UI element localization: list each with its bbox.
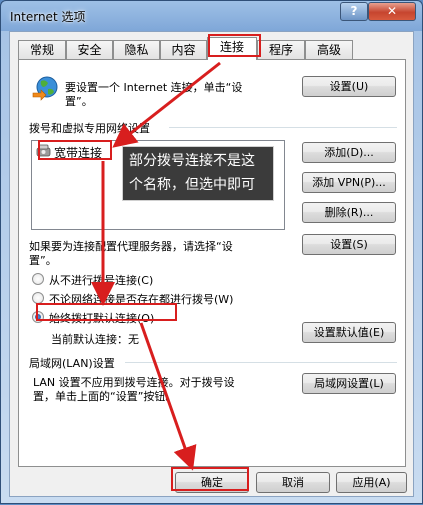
dialup-heading-divider (169, 127, 397, 128)
add-button[interactable]: 添加(D)... (302, 142, 396, 163)
lan-heading-divider (125, 362, 397, 363)
annotation-callout: 部分拨号连接不是这 个名称，但选中即可 (122, 146, 274, 201)
set-default-button[interactable]: 设置默认值(E) (302, 322, 396, 343)
setup-instruction-line2: 置”。 (65, 95, 93, 108)
close-button[interactable]: ✕ (368, 2, 416, 21)
tab-advanced[interactable]: 高级 (305, 40, 353, 59)
never-dial-label[interactable]: 从不进行拨号连接(C) (49, 272, 153, 288)
callout-line2: 个名称，但选中即可 (129, 177, 255, 193)
apply-button[interactable]: 应用(A) (336, 472, 407, 493)
window-title: Internet 选项 (10, 10, 86, 24)
tab-privacy[interactable]: 隐私 (113, 40, 160, 59)
help-button[interactable]: ? (340, 2, 368, 21)
callout-line1: 部分拨号连接不是这 (129, 153, 255, 169)
cancel-button[interactable]: 取消 (256, 472, 330, 493)
remove-button[interactable]: 删除(R)... (302, 202, 396, 223)
title-bar[interactable]: Internet 选项 ? ✕ (1, 1, 422, 31)
proxy-instruction-line1: 如果要为连接配置代理服务器，请选择“设 (29, 240, 233, 253)
add-vpn-button[interactable]: 添加 VPN(P)... (302, 172, 396, 193)
annotation-box-ok-button (171, 467, 249, 491)
proxy-instruction-line2: 置”。 (29, 254, 57, 267)
annotation-box-always-dial (36, 303, 177, 321)
dialup-vpn-heading: 拨号和虚拟专用网络设置 (29, 122, 150, 135)
dialog-client-area: 常规 安全 隐私 内容 连接 程序 高级 要设置一个 Internet 连接，单… (9, 31, 414, 497)
internet-globe-icon (32, 76, 58, 101)
annotation-box-connection-item (38, 140, 112, 160)
current-default-connection: 当前默认连接：无 (51, 333, 139, 346)
tab-content[interactable]: 内容 (160, 40, 207, 59)
proxy-settings-button[interactable]: 设置(S) (302, 234, 396, 255)
setup-button[interactable]: 设置(U) (302, 76, 396, 97)
connections-panel: 要设置一个 Internet 连接，单击“设 置”。 设置(U) 拨号和虚拟专用… (18, 59, 406, 467)
lan-instruction-line2: 置，单击上面的“设置”按钮。 (33, 390, 177, 403)
lan-settings-heading: 局域网(LAN)设置 (29, 357, 115, 370)
tab-general[interactable]: 常规 (18, 40, 66, 59)
internet-options-window: Internet 选项 ? ✕ 常规 安全 隐私 内容 连接 程序 高级 要设置… (0, 0, 423, 504)
lan-settings-button[interactable]: 局域网设置(L) (302, 373, 396, 394)
tab-security[interactable]: 安全 (66, 40, 113, 59)
never-dial-radio[interactable] (32, 273, 44, 285)
tab-programs[interactable]: 程序 (257, 40, 305, 59)
annotation-box-connections-tab (208, 34, 261, 57)
